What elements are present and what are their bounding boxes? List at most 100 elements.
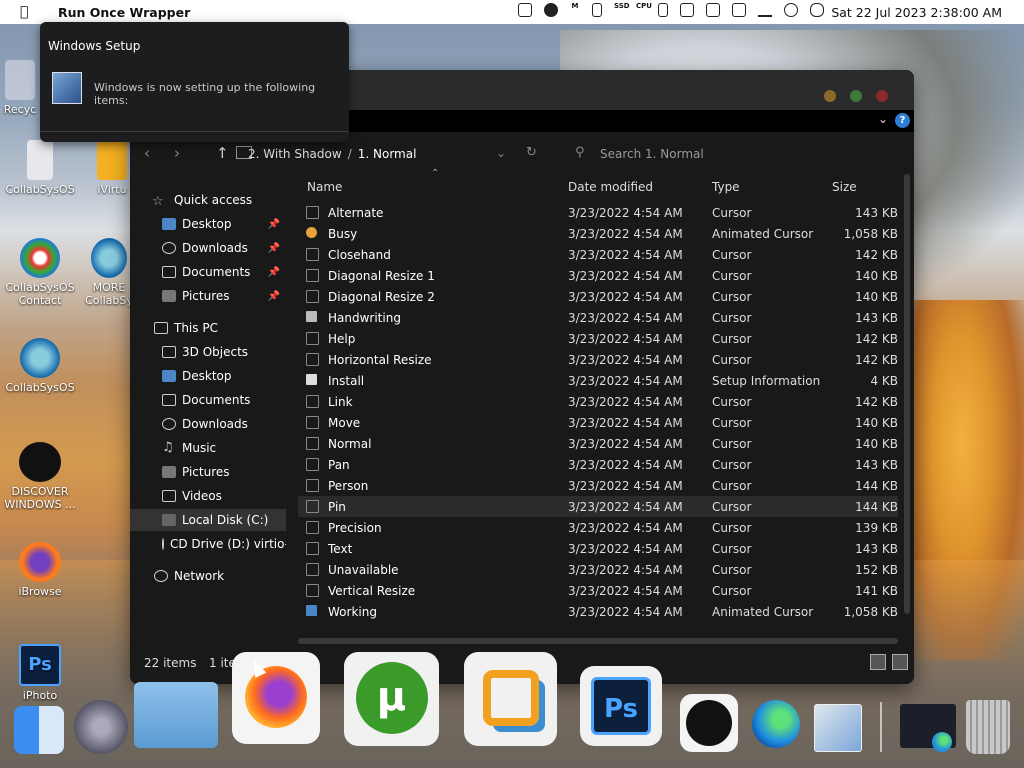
table-row[interactable]: Person 3/23/2022 4:54 AM Cursor 144 KB — [298, 475, 898, 496]
table-row[interactable]: Link 3/23/2022 4:54 AM Cursor 142 KB — [298, 391, 898, 412]
table-row[interactable]: Pin 3/23/2022 4:54 AM Cursor 144 KB — [298, 496, 898, 517]
nav-item-pc-downloads[interactable]: Downloads — [130, 413, 286, 435]
desktop-icon-collabsysos-ie[interactable]: CollabSysOS — [0, 338, 80, 394]
cpu-icon[interactable]: CPU — [636, 3, 652, 17]
desktop-icon-collabsysos-contact[interactable]: CollabSysOS Contact — [0, 238, 80, 307]
search-icon[interactable] — [784, 3, 798, 17]
table-row[interactable]: Text 3/23/2022 4:54 AM Cursor 143 KB — [298, 538, 898, 559]
zoom-button[interactable] — [850, 90, 862, 102]
table-row[interactable]: Install 3/23/2022 4:54 AM Setup Informatio… — [298, 370, 898, 391]
desktop-icon-recycle[interactable]: Recyc — [0, 60, 40, 116]
vmware-icon[interactable] — [464, 652, 557, 746]
column-header-date[interactable]: Date modified — [568, 180, 653, 194]
volume-icon[interactable] — [732, 3, 746, 17]
table-row[interactable]: Closehand 3/23/2022 4:54 AM Cursor 142 KB — [298, 244, 898, 265]
nav-item-desktop[interactable]: Desktop 📌 — [130, 213, 286, 235]
breadcrumb-current[interactable]: 1. Normal — [358, 147, 417, 161]
column-header-type[interactable]: Type — [712, 180, 740, 194]
desktop-icon-collabsysos[interactable]: CollabSysOS — [0, 140, 80, 196]
nav-item-this-pc[interactable]: This PC — [130, 317, 286, 339]
column-header-name[interactable]: Name — [307, 180, 342, 194]
table-row[interactable]: Move 3/23/2022 4:54 AM Cursor 140 KB — [298, 412, 898, 433]
nav-item-3d-objects[interactable]: 3D Objects — [130, 341, 286, 363]
table-row[interactable]: Help 3/23/2022 4:54 AM Cursor 142 KB — [298, 328, 898, 349]
table-row[interactable]: Precision 3/23/2022 4:54 AM Cursor 139 KB — [298, 517, 898, 538]
control-center-icon[interactable] — [810, 3, 824, 17]
file-name: Move — [328, 416, 361, 430]
up-button[interactable]: ↑ — [216, 144, 229, 162]
table-row[interactable]: Pan 3/23/2022 4:54 AM Cursor 143 KB — [298, 454, 898, 475]
utorrent-icon[interactable]: µ — [344, 652, 439, 746]
launchpad-icon[interactable] — [74, 700, 128, 754]
breadcrumb[interactable]: 2. With Shadow / 1. Normal — [248, 147, 416, 161]
minimize-button[interactable] — [824, 90, 836, 102]
firefox-icon[interactable] — [232, 652, 320, 744]
column-header-size[interactable]: Size — [832, 180, 857, 194]
history-dropdown-icon[interactable]: ⌄ — [496, 146, 506, 160]
file-name: Normal — [328, 437, 372, 451]
pin-icon[interactable]: 📌 — [268, 243, 280, 254]
close-button[interactable] — [876, 90, 888, 102]
table-row[interactable]: Horizontal Resize 3/23/2022 4:54 AM Cursor… — [298, 349, 898, 370]
desktop-icon-ivirtual[interactable]: iVirtu — [92, 140, 132, 196]
table-row[interactable]: Vertical Resize 3/23/2022 4:54 AM Cursor 14… — [298, 580, 898, 601]
edge-icon[interactable] — [752, 700, 800, 748]
breadcrumb-item[interactable]: 2. With Shadow — [248, 147, 342, 161]
table-row[interactable]: Busy 3/23/2022 4:54 AM Animated Cursor 1,05… — [298, 223, 898, 244]
desktop-icon-discover-windows[interactable]: DISCOVER WINDOWS ... — [0, 442, 80, 511]
nav-item-local-disk[interactable]: Local Disk (C:) — [130, 509, 286, 531]
dock-separator — [880, 702, 882, 752]
nav-item-network[interactable]: Network — [130, 565, 286, 587]
vertical-scrollbar[interactable] — [904, 174, 910, 614]
nav-item-documents[interactable]: Documents 📌 — [130, 261, 286, 283]
window-preview-icon[interactable] — [900, 704, 956, 752]
table-row[interactable]: Diagonal Resize 1 3/23/2022 4:54 AM Cursor… — [298, 265, 898, 286]
file-type: Cursor — [712, 311, 752, 325]
apple-logo-icon[interactable] — [680, 694, 738, 752]
pin-icon[interactable]: 📌 — [268, 267, 280, 278]
nav-item-pictures[interactable]: Pictures 📌 — [130, 285, 286, 307]
nav-item-pc-pictures[interactable]: Pictures — [130, 461, 286, 483]
search-input[interactable]: Search 1. Normal — [600, 147, 704, 161]
table-row[interactable]: Working 3/23/2022 4:54 AM Animated Cursor 1… — [298, 601, 898, 622]
airplay-icon[interactable] — [758, 3, 772, 17]
chevron-down-icon[interactable]: ⌄ — [878, 112, 888, 126]
pin-icon[interactable]: 📌 — [268, 219, 280, 230]
folder-icon[interactable] — [134, 682, 218, 748]
nav-item-cd-drive[interactable]: CD Drive (D:) virtio- — [130, 533, 289, 555]
help-icon[interactable]: ? — [895, 113, 910, 128]
table-row[interactable]: Unavailable 3/23/2022 4:54 AM Cursor 152 KB — [298, 559, 898, 580]
photoshop-icon[interactable]: Ps — [580, 666, 662, 746]
eject-icon[interactable] — [544, 3, 558, 17]
forward-button[interactable]: › — [174, 144, 180, 162]
ssd-icon[interactable]: SSD — [614, 3, 630, 17]
quick-access[interactable]: ☆ Quick access — [152, 189, 308, 211]
apple-menu-icon[interactable]:  — [20, 4, 40, 20]
back-button[interactable]: ‹ — [144, 144, 150, 162]
trash-icon[interactable] — [966, 700, 1010, 754]
desktop-icon-more-collabsy[interactable]: MORE CollabSy — [84, 238, 134, 307]
table-row[interactable]: Handwriting 3/23/2022 4:54 AM Cursor 143 KB — [298, 307, 898, 328]
windows-setup-icon[interactable] — [814, 704, 862, 752]
table-row[interactable]: Normal 3/23/2022 4:54 AM Cursor 140 KB — [298, 433, 898, 454]
nav-item-videos[interactable]: Videos — [130, 485, 286, 507]
finder-icon[interactable] — [14, 706, 64, 754]
monitor-icon[interactable] — [680, 3, 694, 17]
refresh-icon[interactable]: ↻ — [526, 145, 537, 160]
battery-icon[interactable] — [592, 3, 602, 17]
desktop-icon-ibrowse[interactable]: iBrowse — [0, 542, 80, 598]
nav-item-pc-documents[interactable]: Documents — [130, 389, 286, 411]
nav-item-pc-desktop[interactable]: Desktop — [130, 365, 286, 387]
table-row[interactable]: Diagonal Resize 2 3/23/2022 4:54 AM Cursor… — [298, 286, 898, 307]
clock[interactable]: Sat 22 Jul 2023 2:38:00 AM — [831, 5, 1002, 20]
table-row[interactable]: Alternate 3/23/2022 4:54 AM Cursor 143 KB — [298, 202, 898, 223]
mute-icon[interactable] — [706, 3, 720, 17]
wifi-vertical-icon[interactable]: M — [570, 3, 580, 17]
nav-item-downloads[interactable]: Downloads 📌 — [130, 237, 286, 259]
phone-icon[interactable] — [658, 3, 668, 17]
notification-banner[interactable]: Windows Setup Windows is now setting up … — [40, 22, 349, 142]
pin-icon[interactable]: 📌 — [268, 291, 280, 302]
display-icon[interactable] — [518, 3, 532, 17]
active-app-name[interactable]: Run Once Wrapper — [58, 5, 190, 20]
nav-item-music[interactable]: ♫ Music — [130, 437, 286, 459]
